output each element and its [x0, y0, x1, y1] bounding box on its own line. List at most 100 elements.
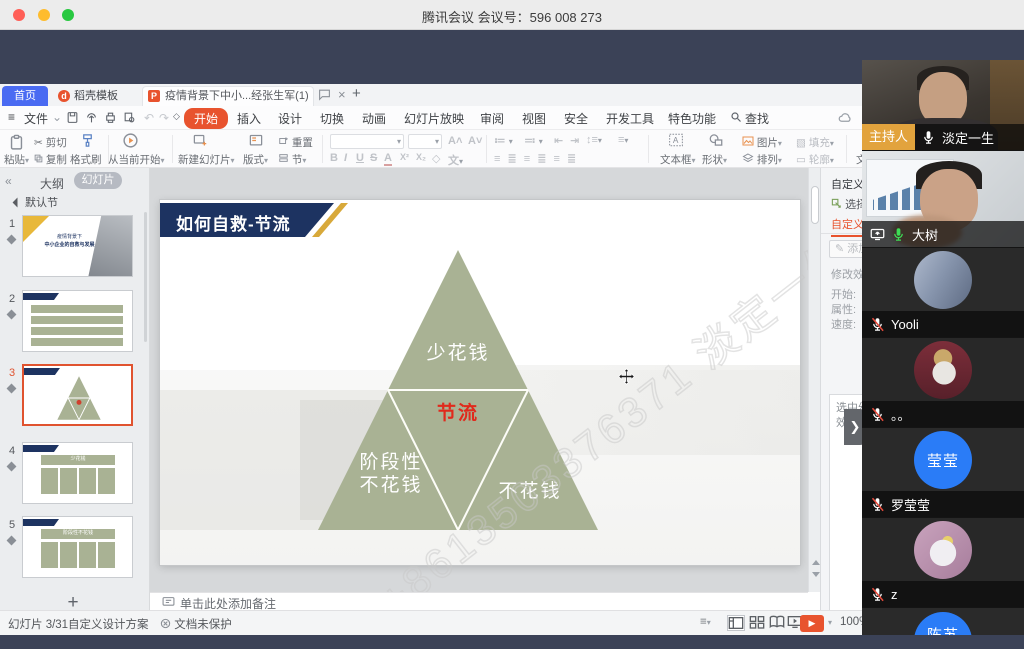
outline-button[interactable]: ▭ 轮廓▾	[796, 152, 834, 167]
subscript-icon[interactable]: X₂	[416, 152, 426, 162]
slide-thumbnail-4[interactable]: 少花钱	[22, 442, 133, 504]
arrange-button[interactable]: 排列▾	[742, 152, 782, 167]
close-tab-icon[interactable]: ×	[338, 87, 346, 102]
comment-icon[interactable]	[318, 88, 331, 104]
menu-animation[interactable]: 动画	[362, 110, 386, 127]
menu-transition[interactable]: 切换	[320, 110, 344, 127]
undo-icon[interactable]: ↶	[144, 111, 154, 125]
layout-icon[interactable]	[248, 133, 264, 153]
video-tile-z[interactable]: z	[862, 517, 1024, 607]
slide-sorter-icon[interactable]	[749, 615, 767, 631]
canvas-scrollbar[interactable]	[808, 168, 820, 592]
text-direction-icon[interactable]: ≡▾	[618, 134, 628, 146]
format-painter-button[interactable]: 格式刷	[70, 152, 102, 167]
align-buttons[interactable]: ≡ ≣ ≡ ≣ ≡ ≣	[494, 152, 578, 165]
print-preview-icon[interactable]	[123, 111, 136, 127]
slide-canvas[interactable]: 如何自救-节流 少花钱 节流 阶段性不花钱 不花钱 +8613503376371…	[150, 168, 808, 592]
outdent-icon[interactable]: ⇤	[554, 134, 563, 147]
new-slide-button[interactable]: 新建幻灯片▾	[178, 152, 235, 167]
slide-thumbnail-2[interactable]	[22, 290, 133, 352]
numbered-list-icon[interactable]: ≕▾	[524, 134, 546, 147]
format-painter-icon[interactable]	[80, 133, 95, 153]
menu-start[interactable]: 开始	[184, 108, 228, 129]
shrink-font-icon[interactable]: A˅	[468, 135, 482, 147]
textbox-button[interactable]: 文本框▾	[660, 152, 696, 167]
cut-button[interactable]: ✂ 剪切	[34, 135, 67, 150]
video-tile-dots[interactable]: 。。	[862, 337, 1024, 427]
paste-button[interactable]: 粘贴▾	[4, 152, 29, 167]
copy-button[interactable]: 复制	[34, 152, 67, 167]
video-tile-chensu[interactable]: 陈苏	[862, 607, 1024, 635]
scroll-up-icon[interactable]	[812, 560, 820, 565]
slide-thumbnail-5[interactable]: 阶段性不花钱	[22, 516, 133, 578]
font-size-combo[interactable]: ▾	[408, 134, 442, 149]
save-icon[interactable]	[66, 111, 79, 127]
menu-review[interactable]: 审阅	[480, 110, 504, 127]
video-tile-dashu[interactable]: 大树	[862, 150, 1024, 247]
cloud-sync-icon[interactable]	[838, 111, 853, 127]
menu-slideshow[interactable]: 幻灯片放映	[404, 110, 464, 127]
superscript-icon[interactable]: X²	[400, 152, 409, 162]
more-icon[interactable]: ◇	[173, 111, 180, 122]
menu-features[interactable]: 特色功能	[668, 110, 716, 127]
menu-view[interactable]: 视图	[522, 110, 546, 127]
new-slide-icon[interactable]	[192, 133, 208, 153]
shapes-button[interactable]: 形状▾	[702, 152, 727, 167]
scroll-down-icon[interactable]	[812, 572, 820, 577]
video-tile-yooli[interactable]: Yooli	[862, 247, 1024, 337]
tab-outline[interactable]: 大纲	[40, 175, 64, 192]
notes-bar[interactable]: 单击此处添加备注	[150, 592, 808, 610]
font-color-icon[interactable]: A	[384, 152, 392, 166]
bold-icon[interactable]: B	[330, 152, 338, 164]
search-icon[interactable]	[730, 111, 742, 126]
menu-security[interactable]: 安全	[564, 110, 588, 127]
slide-thumbnail-1[interactable]: 疫情背景下 中小企业的自救与发展	[22, 215, 133, 277]
line-spacing-icon[interactable]: ↕≡▾	[586, 134, 602, 146]
tab-home[interactable]: 首页	[2, 86, 48, 106]
normal-view-icon[interactable]	[727, 615, 745, 631]
menu-design[interactable]: 设计	[278, 110, 302, 127]
notes-toggle-icon[interactable]: ≡▾	[700, 616, 711, 628]
layout-button[interactable]: 版式▾	[243, 152, 268, 167]
play-options-chevron[interactable]: ▾	[828, 618, 832, 627]
font-family-combo[interactable]: ▾	[330, 134, 404, 149]
reset-button[interactable]: 重置	[278, 135, 313, 150]
slide-thumbnail-3-selected[interactable]	[22, 364, 133, 426]
indent-icon[interactable]: ⇥	[570, 134, 579, 147]
section-button[interactable]: 节▾	[278, 152, 306, 167]
tab-slides[interactable]: 幻灯片	[74, 172, 122, 189]
print-icon[interactable]	[104, 111, 117, 127]
export-icon[interactable]	[85, 111, 98, 127]
menu-insert[interactable]: 插入	[237, 110, 261, 127]
phonetic-icon[interactable]: 文▾	[448, 152, 463, 168]
video-tile-luoyingying[interactable]: 莹莹 罗莹莹	[862, 427, 1024, 517]
tab-docer[interactable]: d 稻壳模板	[52, 86, 140, 106]
redo-icon[interactable]: ↷	[159, 111, 169, 125]
strikethrough-icon[interactable]: S	[370, 152, 377, 164]
sidebar-scrollbar[interactable]	[144, 212, 147, 342]
paste-icon[interactable]	[8, 134, 25, 151]
scrollbar-handle[interactable]	[811, 186, 819, 224]
italic-icon[interactable]: I	[344, 152, 347, 164]
play-from-current-icon[interactable]	[122, 132, 139, 154]
hamburger-icon[interactable]: ≡	[8, 110, 15, 124]
shapes-icon[interactable]	[708, 133, 724, 152]
video-tile-host[interactable]: 主持人 淡定一生	[862, 60, 1024, 150]
textbox-icon[interactable]: A	[668, 133, 684, 152]
reading-view-icon[interactable]	[769, 615, 787, 631]
new-tab-button[interactable]: +	[352, 85, 361, 102]
design-scheme-button[interactable]: 自定义设计方案	[68, 616, 149, 632]
grow-font-icon[interactable]: A˄	[448, 135, 462, 147]
fill-button[interactable]: ▧ 填充▾	[796, 135, 834, 150]
collapse-sidebar-icon[interactable]: «	[5, 174, 12, 188]
tab-document[interactable]: P 疫情背景下中小...经张生军(1)	[142, 86, 314, 106]
section-header[interactable]: 默认节	[14, 194, 58, 210]
picture-button[interactable]: 图片▾	[742, 135, 782, 150]
underline-icon[interactable]: U	[356, 152, 364, 164]
menu-file[interactable]: 文件	[24, 110, 48, 127]
menu-find[interactable]: 查找	[745, 110, 769, 127]
menu-devtools[interactable]: 开发工具	[606, 110, 654, 127]
bullet-list-icon[interactable]: ≔▾	[494, 134, 516, 147]
play-from-current-button[interactable]: 从当前开始▾	[108, 152, 165, 167]
highlight-icon[interactable]: ◇	[432, 152, 440, 165]
